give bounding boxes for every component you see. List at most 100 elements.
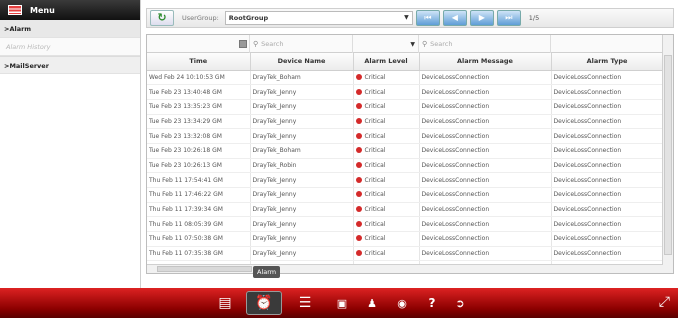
column-header-device-name[interactable]: Device Name	[250, 53, 354, 71]
usergroup-value: RootGroup	[228, 14, 269, 22]
cell-alarm-level-text: Critical	[364, 132, 386, 140]
cell-device-name: DrayTek_Jenny	[250, 84, 354, 100]
table-row[interactable]: Thu Feb 11 17:54:41 GM DrayTek_Jenny Criti…	[147, 172, 664, 188]
cell-time-text: Tue Feb 23 13:35:23 GM	[149, 103, 222, 111]
sidebar-item-mailserver[interactable]: >MailServer	[0, 56, 140, 74]
cell-alarm-level: Critical	[353, 114, 420, 130]
cell-alarm-message-text: DeviceLossConnection	[421, 250, 490, 258]
time-filter-cell	[147, 35, 250, 53]
table-row[interactable]: Tue Feb 23 13:34:29 GM DrayTek_Jenny Criti…	[147, 114, 664, 130]
table-row[interactable]: Thu Feb 11 17:46:22 GM DrayTek_Jenny Criti…	[147, 187, 664, 203]
fullscreen-icon[interactable]: ⤢	[659, 294, 670, 310]
cell-alarm-message: DeviceLossConnection	[419, 128, 552, 144]
last-page-button[interactable]: ⏭	[496, 10, 521, 26]
cell-alarm-message: DeviceLossConnection	[419, 172, 552, 188]
vertical-scrollbar[interactable]	[662, 35, 673, 273]
table-row[interactable]: Tue Feb 23 13:40:48 GM DrayTek_Jenny Criti…	[147, 84, 664, 100]
cell-device-name-text: DrayTek_Robin	[252, 161, 297, 169]
list-icon[interactable]: ☰	[290, 291, 320, 315]
calendar-icon[interactable]	[239, 40, 247, 48]
table-row[interactable]: Wed Feb 24 10:10:53 GM DrayTek_Boham Criti…	[147, 70, 664, 86]
cell-device-name-text: DrayTek_Jenny	[252, 191, 297, 199]
user-icon[interactable]: ♟	[360, 291, 384, 315]
camera-icon[interactable]: ▣	[330, 291, 354, 315]
sidebar: Menu >Alarm Alarm History >MailServer	[0, 0, 141, 290]
cell-time: Thu Feb 11 08:05:39 GM	[147, 216, 251, 233]
cell-alarm-message-text: DeviceLossConnection	[421, 220, 490, 228]
cell-alarm-level-text: Critical	[364, 206, 386, 214]
column-header-alarm-level[interactable]: Alarm Level	[353, 53, 420, 71]
alarm-clock-icon[interactable]: ⏰	[246, 291, 282, 315]
help-icon[interactable]: ?	[420, 291, 444, 315]
last-page-icon: ⏭	[505, 13, 513, 22]
cell-device-name: DrayTek_Jenny	[250, 114, 354, 130]
scroll-thumb[interactable]	[157, 266, 252, 272]
next-page-button[interactable]: ▶	[469, 10, 494, 26]
table-row[interactable]: Thu Feb 11 07:50:38 GM DrayTek_Jenny Criti…	[147, 231, 664, 247]
logout-icon[interactable]: ➲	[448, 291, 472, 315]
critical-icon	[355, 235, 362, 242]
cell-alarm-type-text: DeviceLossConnection	[553, 206, 622, 214]
refresh-button[interactable]: ↻	[150, 10, 174, 26]
table-row[interactable]: Tue Feb 23 13:32:08 GM DrayTek_Jenny Criti…	[147, 128, 664, 144]
cell-alarm-message: DeviceLossConnection	[419, 216, 552, 233]
cell-device-name: DrayTek_Robin	[250, 158, 354, 174]
table-row[interactable]: Thu Feb 11 07:35:38 GM DrayTek_Jenny Criti…	[147, 246, 664, 262]
cell-device-name: DrayTek_Boham	[250, 70, 354, 86]
first-page-button[interactable]: ⏮	[415, 10, 440, 26]
cell-alarm-level: Critical	[353, 143, 420, 159]
table-row[interactable]: Thu Feb 11 08:05:39 GM DrayTek_Jenny Criti…	[147, 216, 664, 233]
menu-title: Menu	[30, 5, 55, 15]
next-page-icon: ▶	[478, 13, 485, 22]
alarm-level-filter[interactable]: ▼	[353, 35, 419, 53]
cell-alarm-type-text: DeviceLossConnection	[553, 191, 622, 199]
binoculars-icon[interactable]: ◉	[390, 291, 414, 315]
cell-time: Tue Feb 23 13:40:48 GM	[147, 84, 251, 100]
bottom-toolbar: ▤ ⏰ ☰ ▣ ♟ ◉ ? ➲ ⤢	[0, 288, 678, 318]
message-search-field[interactable]: ⚲ Search	[419, 35, 551, 53]
cell-alarm-message: DeviceLossConnection	[419, 143, 552, 159]
column-header-time[interactable]: Time	[147, 53, 251, 71]
cell-alarm-message-text: DeviceLossConnection	[421, 88, 490, 96]
scroll-thumb[interactable]	[664, 55, 672, 255]
cell-device-name-text: DrayTek_Jenny	[252, 117, 297, 125]
cell-device-name: DrayTek_Jenny	[250, 99, 354, 115]
dropdown-arrow-icon: ▼	[404, 14, 409, 21]
menu-header[interactable]: Menu	[0, 0, 140, 20]
table-row[interactable]: Tue Feb 23 10:26:13 GM DrayTek_Robin Criti…	[147, 158, 664, 174]
column-header-alarm-message[interactable]: Alarm Message	[419, 53, 552, 71]
horizontal-scrollbar[interactable]	[147, 264, 663, 273]
cell-alarm-level: Critical	[353, 246, 420, 262]
sidebar-item-alarm[interactable]: >Alarm	[0, 20, 140, 38]
critical-icon	[355, 103, 362, 110]
type-filter-cell	[551, 35, 663, 53]
usergroup-select[interactable]: RootGroup ▼	[224, 11, 413, 25]
table-row[interactable]: Thu Feb 11 17:39:34 GM DrayTek_Jenny Criti…	[147, 202, 664, 218]
cell-alarm-level: Critical	[353, 128, 420, 144]
cell-device-name: DrayTek_Jenny	[250, 246, 354, 262]
table-row[interactable]: Tue Feb 23 10:26:18 GM DrayTek_Boham Criti…	[147, 143, 664, 159]
cell-alarm-type: DeviceLossConnection	[551, 114, 664, 130]
cell-alarm-type-text: DeviceLossConnection	[553, 117, 622, 125]
cell-alarm-level: Critical	[353, 70, 420, 86]
cell-device-name-text: DrayTek_Jenny	[252, 235, 297, 243]
table-row[interactable]: Tue Feb 23 13:35:23 GM DrayTek_Jenny Criti…	[147, 99, 664, 115]
cell-device-name-text: DrayTek_Jenny	[252, 220, 297, 228]
alarm-table: Time Device Name Alarm Level Alarm Messa…	[147, 53, 664, 273]
cell-time-text: Thu Feb 11 08:05:39 GM	[149, 220, 223, 228]
prev-page-button[interactable]: ◀	[442, 10, 467, 26]
column-header-alarm-type[interactable]: Alarm Type	[551, 53, 664, 71]
cell-alarm-message-text: DeviceLossConnection	[421, 147, 490, 155]
cell-device-name-text: DrayTek_Boham	[252, 147, 301, 155]
cell-time: Tue Feb 23 10:26:18 GM	[147, 143, 251, 159]
cell-alarm-type: DeviceLossConnection	[551, 99, 664, 115]
cell-alarm-level-text: Critical	[364, 176, 386, 184]
cell-alarm-message: DeviceLossConnection	[419, 202, 552, 218]
device-search-field[interactable]: ⚲ Search	[250, 35, 353, 53]
cell-time: Thu Feb 11 17:46:22 GM	[147, 187, 251, 203]
cell-alarm-type: DeviceLossConnection	[551, 128, 664, 144]
cell-alarm-message-text: DeviceLossConnection	[421, 176, 490, 184]
cell-alarm-message: DeviceLossConnection	[419, 231, 552, 247]
router-icon[interactable]: ▤	[210, 291, 240, 315]
sidebar-item-alarm-history[interactable]: Alarm History	[0, 38, 140, 56]
